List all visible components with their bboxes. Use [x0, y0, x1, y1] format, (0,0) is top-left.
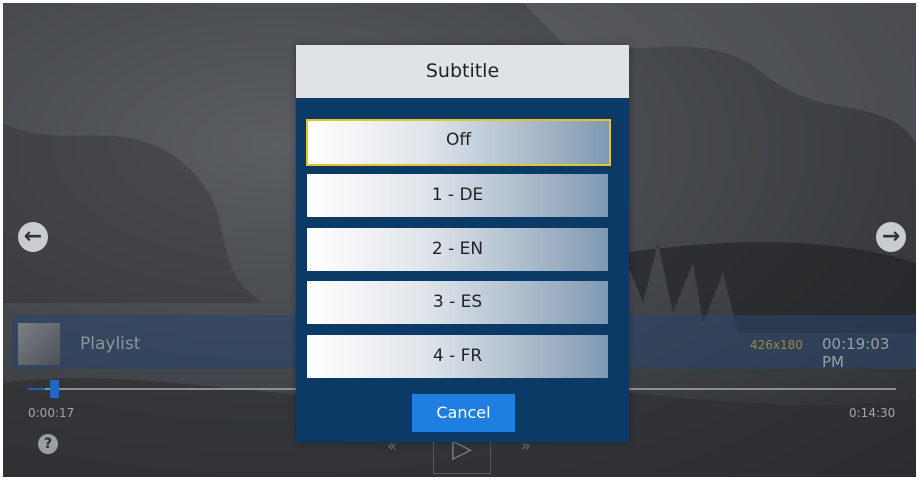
- dialog-title: Subtitle: [296, 45, 629, 98]
- total-duration: 0:14:30: [849, 406, 896, 420]
- playlist-thumbnail[interactable]: [18, 323, 60, 365]
- progress-handle[interactable]: [50, 380, 59, 398]
- progress-fill: [28, 388, 45, 390]
- subtitle-option-de[interactable]: 1 - DE: [307, 174, 608, 217]
- clock-time: 00:19:03 PM: [822, 335, 890, 371]
- cancel-button[interactable]: Cancel: [412, 394, 515, 432]
- elapsed-time: 0:00:17: [28, 406, 75, 420]
- subtitle-option-off[interactable]: Off: [306, 119, 611, 166]
- subtitle-dialog: Subtitle Off 1 - DE 2 - EN 3 - ES 4 - FR…: [296, 45, 629, 442]
- resolution-label: 426x180: [750, 338, 803, 352]
- subtitle-option-es[interactable]: 3 - ES: [307, 281, 608, 324]
- arrow-right-icon[interactable]: →: [876, 222, 906, 252]
- subtitle-option-en[interactable]: 2 - EN: [307, 228, 608, 271]
- question-icon[interactable]: ?: [38, 434, 58, 454]
- subtitle-option-fr[interactable]: 4 - FR: [307, 335, 608, 378]
- playlist-title[interactable]: Playlist: [80, 334, 140, 354]
- arrow-left-icon[interactable]: ←: [18, 222, 48, 252]
